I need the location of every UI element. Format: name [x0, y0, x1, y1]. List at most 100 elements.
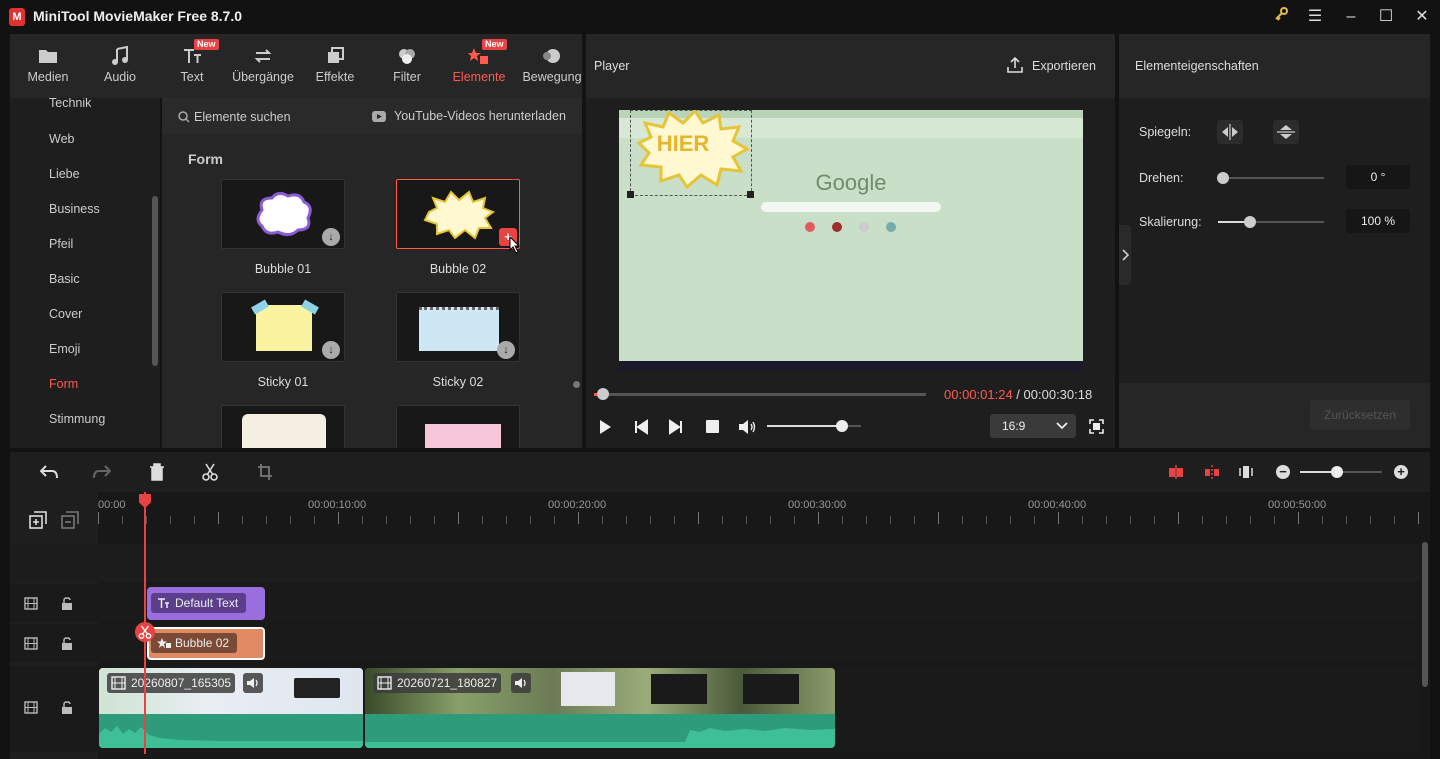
download-icon[interactable]: ↓ — [497, 341, 515, 359]
tab-medien[interactable]: Medien — [22, 34, 74, 98]
tab-text[interactable]: New Text — [170, 34, 219, 98]
tab-audio[interactable]: Audio — [96, 34, 144, 98]
split-red-icon[interactable] — [1168, 464, 1184, 480]
zoom-knob[interactable] — [1331, 466, 1343, 478]
audio-speaker-badge[interactable] — [511, 673, 531, 693]
youtube-download-button[interactable]: YouTube-Videos herunterladen — [372, 109, 582, 123]
menu-icon[interactable]: ☰ — [1304, 6, 1326, 28]
search-elements-button[interactable]: Elemente suchen — [178, 110, 378, 124]
stop-icon[interactable] — [706, 420, 719, 433]
video-clip-2[interactable]: 20260721_180827 — [365, 668, 835, 748]
ruler-tick — [674, 516, 675, 524]
close-icon[interactable]: ✕ — [1411, 6, 1433, 28]
timeline-scrollbar[interactable] — [1422, 542, 1428, 687]
tab-elemente[interactable]: New Elemente — [450, 34, 508, 98]
category-item[interactable]: Basic — [49, 272, 80, 286]
key-icon[interactable] — [1270, 6, 1292, 28]
time-display: 00:00:01:24 / 00:00:30:18 — [944, 387, 1092, 402]
element-clip[interactable]: Bubble 02 — [147, 627, 265, 660]
scissors-icon[interactable] — [202, 463, 218, 481]
tab-bewegung[interactable]: Bewegung — [522, 34, 582, 98]
export-button[interactable]: Exportieren — [1004, 56, 1104, 76]
split-gap-icon[interactable] — [1204, 464, 1220, 480]
flip-vertical-button[interactable] — [1273, 120, 1299, 144]
download-icon[interactable]: ↓ — [322, 228, 340, 246]
scale-knob[interactable] — [1244, 216, 1256, 228]
track-film-icon[interactable] — [24, 637, 38, 650]
next-frame-icon[interactable] — [669, 419, 683, 435]
video-clip-1[interactable]: 20260807_165305 — [99, 668, 363, 748]
ruler-tick — [914, 516, 915, 524]
resize-handle[interactable] — [747, 191, 754, 198]
volume-icon[interactable] — [738, 419, 756, 435]
add-track-icon[interactable] — [29, 511, 47, 529]
element-card-partial[interactable] — [221, 405, 345, 448]
scale-value[interactable]: 100 % — [1346, 209, 1410, 233]
undo-icon[interactable] — [40, 464, 58, 480]
play-icon[interactable] — [598, 419, 612, 435]
category-item[interactable]: Technik — [49, 98, 91, 110]
reset-button[interactable]: Zurücksetzen — [1310, 400, 1410, 430]
playback-progress-knob[interactable] — [597, 388, 609, 400]
rotate-slider[interactable] — [1217, 172, 1324, 184]
playback-progress-track[interactable] — [594, 388, 926, 400]
scale-slider[interactable] — [1218, 216, 1324, 228]
track-lock-icon[interactable] — [61, 701, 73, 714]
maximize-icon[interactable]: ☐ — [1375, 6, 1397, 28]
category-item[interactable]: Cover — [49, 307, 82, 321]
element-card-partial[interactable] — [396, 405, 520, 448]
video2-name: 20260721_180827 — [397, 676, 498, 690]
remove-track-icon[interactable] — [61, 511, 79, 529]
category-item[interactable]: Web — [49, 132, 74, 146]
resize-handle[interactable] — [627, 191, 634, 198]
library-scroll-dot[interactable] — [573, 381, 580, 388]
text-clip[interactable]: Default Text — [147, 587, 265, 620]
track-lock-icon[interactable] — [61, 597, 73, 610]
zoom-slider[interactable] — [1300, 466, 1382, 478]
track-film-icon[interactable] — [24, 701, 38, 714]
previous-frame-icon[interactable] — [634, 419, 648, 435]
download-icon[interactable]: ↓ — [322, 341, 340, 359]
delete-icon[interactable] — [149, 463, 165, 481]
fit-icon[interactable] — [1238, 464, 1254, 480]
fullscreen-icon[interactable] — [1089, 419, 1104, 434]
track-film-icon[interactable] — [24, 597, 38, 610]
category-item[interactable]: Emoji — [49, 342, 80, 356]
ruler-tick — [98, 512, 99, 524]
element-card-sticky-01[interactable]: ↓ — [221, 292, 345, 362]
category-item[interactable]: Business — [49, 202, 100, 216]
zoom-out-icon[interactable]: − — [1276, 465, 1290, 479]
rotate-knob[interactable] — [1217, 172, 1229, 184]
crop-icon[interactable] — [257, 463, 273, 481]
element-card-bubble-02[interactable]: + — [396, 179, 521, 254]
track-lock-icon[interactable] — [61, 637, 73, 650]
category-item[interactable]: Pfeil — [49, 237, 73, 251]
preview-search-box — [761, 202, 941, 212]
flip-horizontal-button[interactable] — [1217, 120, 1243, 144]
category-scrollbar[interactable] — [152, 196, 158, 366]
category-item[interactable]: Liebe — [49, 167, 80, 181]
redo-icon[interactable] — [93, 464, 111, 480]
tab-uebergaenge[interactable]: Übergänge — [232, 34, 294, 98]
time-ruler[interactable]: 00:00 00:00:10:00 00:00:20:00 00:00:30:0… — [98, 492, 1430, 532]
category-item[interactable]: Stimmung — [49, 412, 105, 426]
tab-filter[interactable]: Filter — [384, 34, 430, 98]
category-item-active[interactable]: Form — [49, 377, 78, 391]
rotate-value[interactable]: 0 ° — [1346, 165, 1410, 189]
sticker-selection-box[interactable]: HIER — [627, 110, 754, 198]
video-preview[interactable]: Google HIER — [619, 110, 1083, 371]
tab-effekte[interactable]: Effekte — [312, 34, 358, 98]
aspect-ratio-select[interactable]: 16:9 — [990, 414, 1076, 438]
zoom-in-icon[interactable]: + — [1394, 465, 1408, 479]
playhead-split-button[interactable] — [135, 622, 155, 642]
volume-slider[interactable] — [767, 420, 861, 432]
tab-label: Filter — [393, 70, 421, 84]
panel-collapse-handle[interactable] — [1119, 225, 1131, 285]
audio-speaker-badge[interactable] — [243, 673, 263, 693]
ruler-tick — [1010, 516, 1011, 524]
minimize-icon[interactable]: – — [1340, 6, 1362, 28]
volume-knob[interactable] — [836, 420, 848, 432]
ruler-tick — [1082, 516, 1083, 524]
element-card-bubble-01[interactable]: ↓ — [221, 179, 345, 249]
element-card-sticky-02[interactable]: ↓ — [396, 292, 520, 362]
